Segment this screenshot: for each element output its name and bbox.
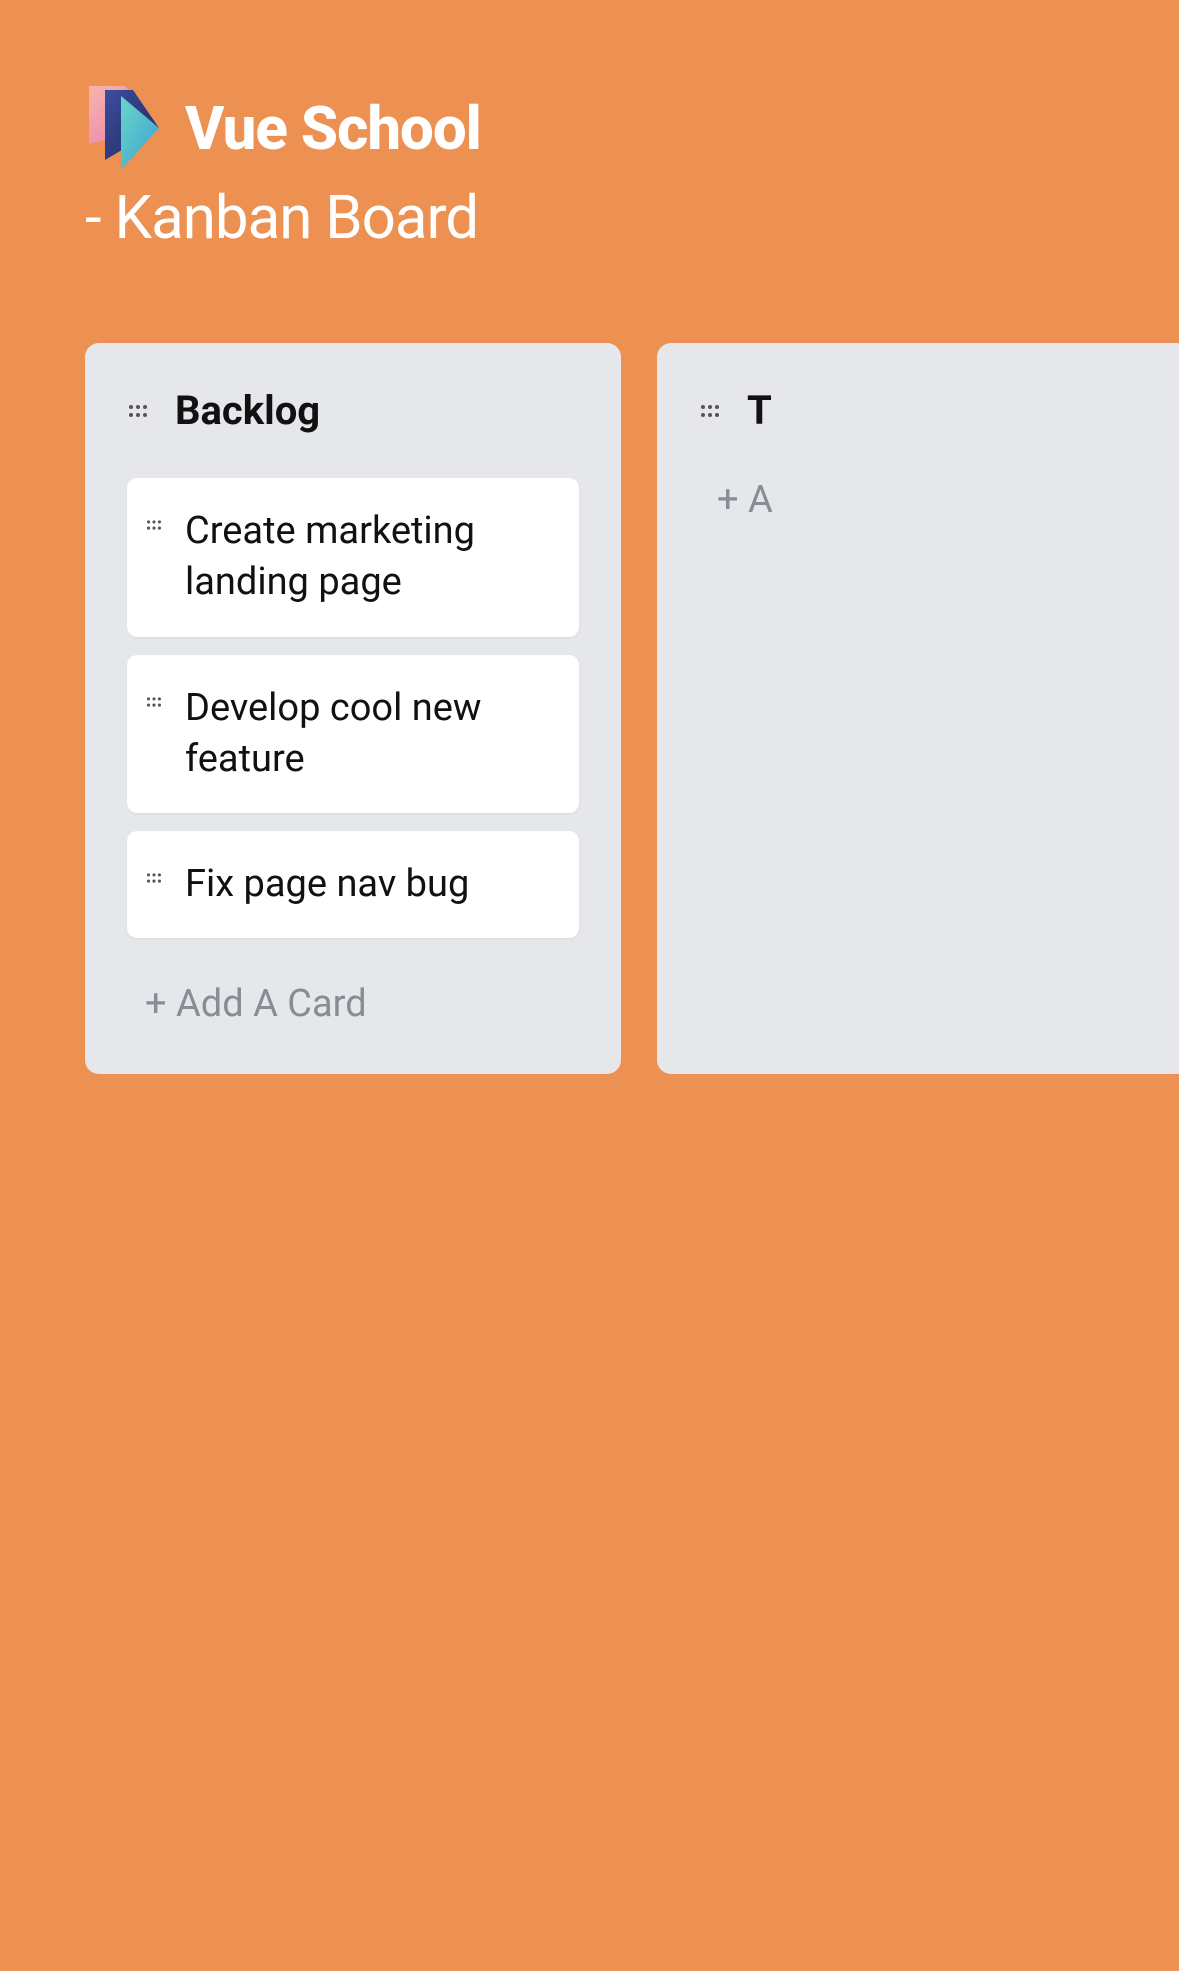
column-title: T [747,387,772,434]
drag-handle-icon[interactable] [701,402,719,420]
kanban-column-backlog: Backlog Create marketing landing page [85,343,621,1074]
kanban-column: T + A [657,343,1179,1074]
card-title: Develop cool new feature [185,683,555,786]
kanban-card[interactable]: Create marketing landing page [127,478,579,637]
column-title: Backlog [175,387,320,434]
kanban-card[interactable]: Fix page nav bug [127,831,579,938]
column-header[interactable]: Backlog [127,387,579,434]
brand-name: Vue School [185,93,481,164]
card-title: Create marketing landing page [185,506,555,609]
kanban-card[interactable]: Develop cool new feature [127,655,579,814]
card-list: Create marketing landing page Develop co… [127,478,579,938]
add-card-button[interactable]: + A [699,478,1151,522]
column-header[interactable]: T [699,387,1151,434]
card-title: Fix page nav bug [185,859,469,910]
page-title: - Kanban Board [85,182,1094,253]
vueschool-logo-icon [85,82,163,174]
drag-handle-icon[interactable] [129,402,147,420]
app-header: Vue School - Kanban Board [0,0,1179,253]
kanban-board: Backlog Create marketing landing page [0,253,1179,1074]
drag-handle-icon[interactable] [145,516,163,534]
drag-handle-icon[interactable] [145,869,163,887]
logo-row: Vue School [85,82,1094,174]
add-card-button[interactable]: + Add A Card [127,982,579,1026]
drag-handle-icon[interactable] [145,693,163,711]
